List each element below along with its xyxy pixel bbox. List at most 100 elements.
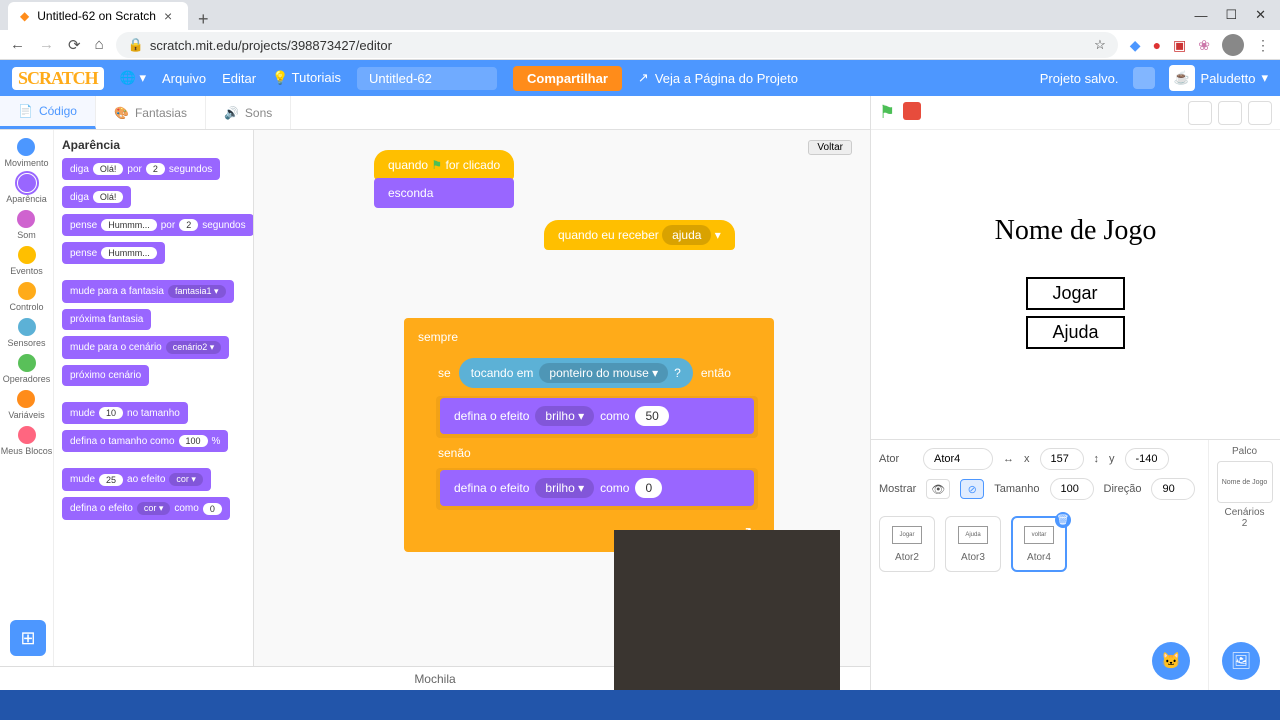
sprite-label: Ator bbox=[879, 453, 913, 465]
stop-button[interactable] bbox=[903, 102, 921, 120]
when-receive-block[interactable]: quando eu receber ajuda ▾ bbox=[544, 220, 735, 250]
category-aparência[interactable]: Aparência bbox=[6, 172, 47, 206]
set-size-block[interactable]: defina o tamanho como 100 % bbox=[62, 430, 228, 452]
flag-icon: ⚑ bbox=[431, 158, 442, 172]
stage-thumbnail[interactable]: Nome de Jogo bbox=[1217, 461, 1273, 503]
stage-small-button[interactable] bbox=[1188, 101, 1212, 125]
forever-block[interactable]: sempre se tocando em ponteiro do mouse ▾… bbox=[404, 318, 774, 552]
see-project-button[interactable]: ↗ Veja a Página do Projeto bbox=[638, 70, 798, 86]
add-backdrop-button[interactable]: 🖼 bbox=[1222, 642, 1260, 680]
sprite-name-input[interactable] bbox=[923, 448, 993, 470]
ext-icon-4[interactable]: ❀ bbox=[1198, 37, 1210, 54]
browser-chrome: ◆ Untitled-62 on Scratch × + — ☐ ✕ ← → ⟳… bbox=[0, 0, 1280, 60]
tutorials-button[interactable]: 💡 Tutoriais bbox=[272, 70, 341, 86]
category-operadores[interactable]: Operadores bbox=[3, 352, 51, 386]
say-for-block[interactable]: diga Olá! por 2 segundos bbox=[62, 158, 220, 180]
star-icon[interactable]: ☆ bbox=[1094, 37, 1106, 53]
green-flag-button[interactable]: ⚑ bbox=[879, 102, 895, 123]
script-stack-1[interactable]: quando ⚑ for clicado esconda bbox=[374, 150, 514, 208]
y-icon: ↕ bbox=[1094, 453, 1100, 465]
next-costume-block[interactable]: próxima fantasia bbox=[62, 309, 151, 330]
add-sprite-button[interactable]: 🐱 bbox=[1152, 642, 1190, 680]
category-meus blocos[interactable]: Meus Blocos bbox=[1, 424, 53, 458]
x-input[interactable] bbox=[1040, 448, 1084, 470]
script-stack-3[interactable]: sempre se tocando em ponteiro do mouse ▾… bbox=[404, 320, 774, 552]
category-eventos[interactable]: Eventos bbox=[10, 244, 43, 278]
url-text: scratch.mit.edu/projects/398873427/edito… bbox=[150, 38, 392, 53]
tab-sounds[interactable]: 🔊 Sons bbox=[206, 96, 291, 129]
play-button-sprite: Jogar bbox=[1026, 277, 1124, 310]
sprite-item-Ator2[interactable]: JogarAtor2 bbox=[879, 516, 935, 572]
next-backdrop-block[interactable]: próximo cenário bbox=[62, 365, 149, 386]
category-controlo[interactable]: Controlo bbox=[9, 280, 43, 314]
switch-costume-block[interactable]: mude para a fantasia fantasia1 ▾ bbox=[62, 280, 234, 303]
ext-icon-2[interactable]: ● bbox=[1153, 37, 1161, 53]
size-input[interactable] bbox=[1050, 478, 1094, 500]
switch-backdrop-block[interactable]: mude para o cenário cenário2 ▾ bbox=[62, 336, 229, 359]
profile-avatar[interactable] bbox=[1222, 34, 1244, 56]
tab-costumes[interactable]: 🎨 Fantasias bbox=[96, 96, 206, 129]
edit-menu[interactable]: Editar bbox=[222, 71, 256, 86]
stage-header: ⚑ bbox=[871, 96, 1280, 130]
url-box[interactable]: 🔒 scratch.mit.edu/projects/398873427/edi… bbox=[116, 32, 1118, 58]
set-effect-palette-block[interactable]: defina o efeito cor ▾ como 0 bbox=[62, 497, 230, 520]
globe-icon[interactable]: 🌐 ▾ bbox=[120, 70, 146, 86]
project-title-input[interactable]: Untitled-62 bbox=[357, 67, 497, 90]
minimize-icon[interactable]: — bbox=[1194, 8, 1207, 23]
go-back-button[interactable]: Voltar bbox=[808, 140, 852, 155]
user-menu[interactable]: ☕ Paludetto ▾ bbox=[1169, 65, 1268, 91]
home-icon[interactable]: ⌂ bbox=[95, 36, 104, 54]
new-tab-button[interactable]: + bbox=[188, 9, 219, 30]
category-variáveis[interactable]: Variáveis bbox=[8, 388, 44, 422]
hide-block[interactable]: esconda bbox=[374, 178, 514, 208]
y-input[interactable] bbox=[1125, 448, 1169, 470]
touching-block[interactable]: tocando em ponteiro do mouse ▾ ? bbox=[459, 358, 693, 388]
set-effect-block-2[interactable]: defina o efeito brilho ▾ como 0 bbox=[440, 470, 754, 506]
reload-icon[interactable]: ⟳ bbox=[68, 36, 81, 54]
forward-icon[interactable]: → bbox=[39, 36, 54, 54]
script-stack-2[interactable]: quando eu receber ajuda ▾ bbox=[544, 220, 735, 250]
when-flag-clicked-block[interactable]: quando ⚑ for clicado bbox=[374, 150, 514, 180]
stage-large-button[interactable] bbox=[1218, 101, 1242, 125]
tab-code[interactable]: 📄 Código bbox=[0, 96, 96, 129]
think-block[interactable]: pense Hummm... bbox=[62, 242, 165, 264]
change-effect-block[interactable]: mude 25 ao efeito cor ▾ bbox=[62, 468, 211, 491]
stage-preview[interactable]: Nome de Jogo Jogar Ajuda bbox=[871, 130, 1280, 440]
editor-tabs: 📄 Código 🎨 Fantasias 🔊 Sons bbox=[0, 96, 870, 130]
delete-sprite-icon[interactable]: 🗑 bbox=[1055, 512, 1071, 528]
hide-button[interactable]: ⊘ bbox=[960, 479, 984, 499]
tab-bar: ◆ Untitled-62 on Scratch × + — ☐ ✕ bbox=[0, 0, 1280, 30]
browser-tab[interactable]: ◆ Untitled-62 on Scratch × bbox=[8, 2, 188, 30]
share-button[interactable]: Compartilhar bbox=[513, 66, 622, 91]
direction-input[interactable] bbox=[1151, 478, 1195, 500]
ext-icon-1[interactable]: ◆ bbox=[1130, 37, 1141, 54]
category-sensores[interactable]: Sensores bbox=[7, 316, 45, 350]
file-menu[interactable]: Arquivo bbox=[162, 71, 206, 86]
scratch-menu-bar: SCRATCH 🌐 ▾ Arquivo Editar 💡 Tutoriais U… bbox=[0, 60, 1280, 96]
folder-icon[interactable] bbox=[1133, 67, 1155, 89]
lock-icon: 🔒 bbox=[128, 37, 144, 53]
block-palette: Aparência diga Olá! por 2 segundosdiga O… bbox=[54, 130, 254, 666]
if-else-block[interactable]: se tocando em ponteiro do mouse ▾ ? entã… bbox=[424, 346, 766, 522]
direction-label: Direção bbox=[1104, 483, 1142, 495]
add-extension-button[interactable]: ⊞ bbox=[10, 620, 46, 656]
sprite-item-Ator3[interactable]: AjudaAtor3 bbox=[945, 516, 1001, 572]
category-movimento[interactable]: Movimento bbox=[4, 136, 48, 170]
fullscreen-button[interactable] bbox=[1248, 101, 1272, 125]
back-icon[interactable]: ← bbox=[10, 36, 25, 54]
category-som[interactable]: Som bbox=[17, 208, 36, 242]
menu-dots-icon[interactable]: ⋮ bbox=[1256, 37, 1270, 54]
game-title: Nome de Jogo bbox=[995, 215, 1157, 247]
change-size-block[interactable]: mude 10 no tamanho bbox=[62, 402, 188, 424]
close-tab-icon[interactable]: × bbox=[164, 8, 172, 24]
scratch-logo[interactable]: SCRATCH bbox=[12, 67, 104, 90]
close-window-icon[interactable]: ✕ bbox=[1255, 7, 1266, 23]
think-for-block[interactable]: pense Hummm... por 2 segundos bbox=[62, 214, 254, 236]
ext-icon-3[interactable]: ▣ bbox=[1173, 37, 1186, 54]
set-effect-block-1[interactable]: defina o efeito brilho ▾ como 50 bbox=[440, 398, 754, 434]
show-button[interactable]: 👁 bbox=[926, 479, 950, 499]
say-block[interactable]: diga Olá! bbox=[62, 186, 131, 208]
maximize-icon[interactable]: ☐ bbox=[1225, 7, 1237, 23]
tab-title: Untitled-62 on Scratch bbox=[37, 9, 156, 23]
sprite-item-Ator4[interactable]: voltarAtor4🗑 bbox=[1011, 516, 1067, 572]
